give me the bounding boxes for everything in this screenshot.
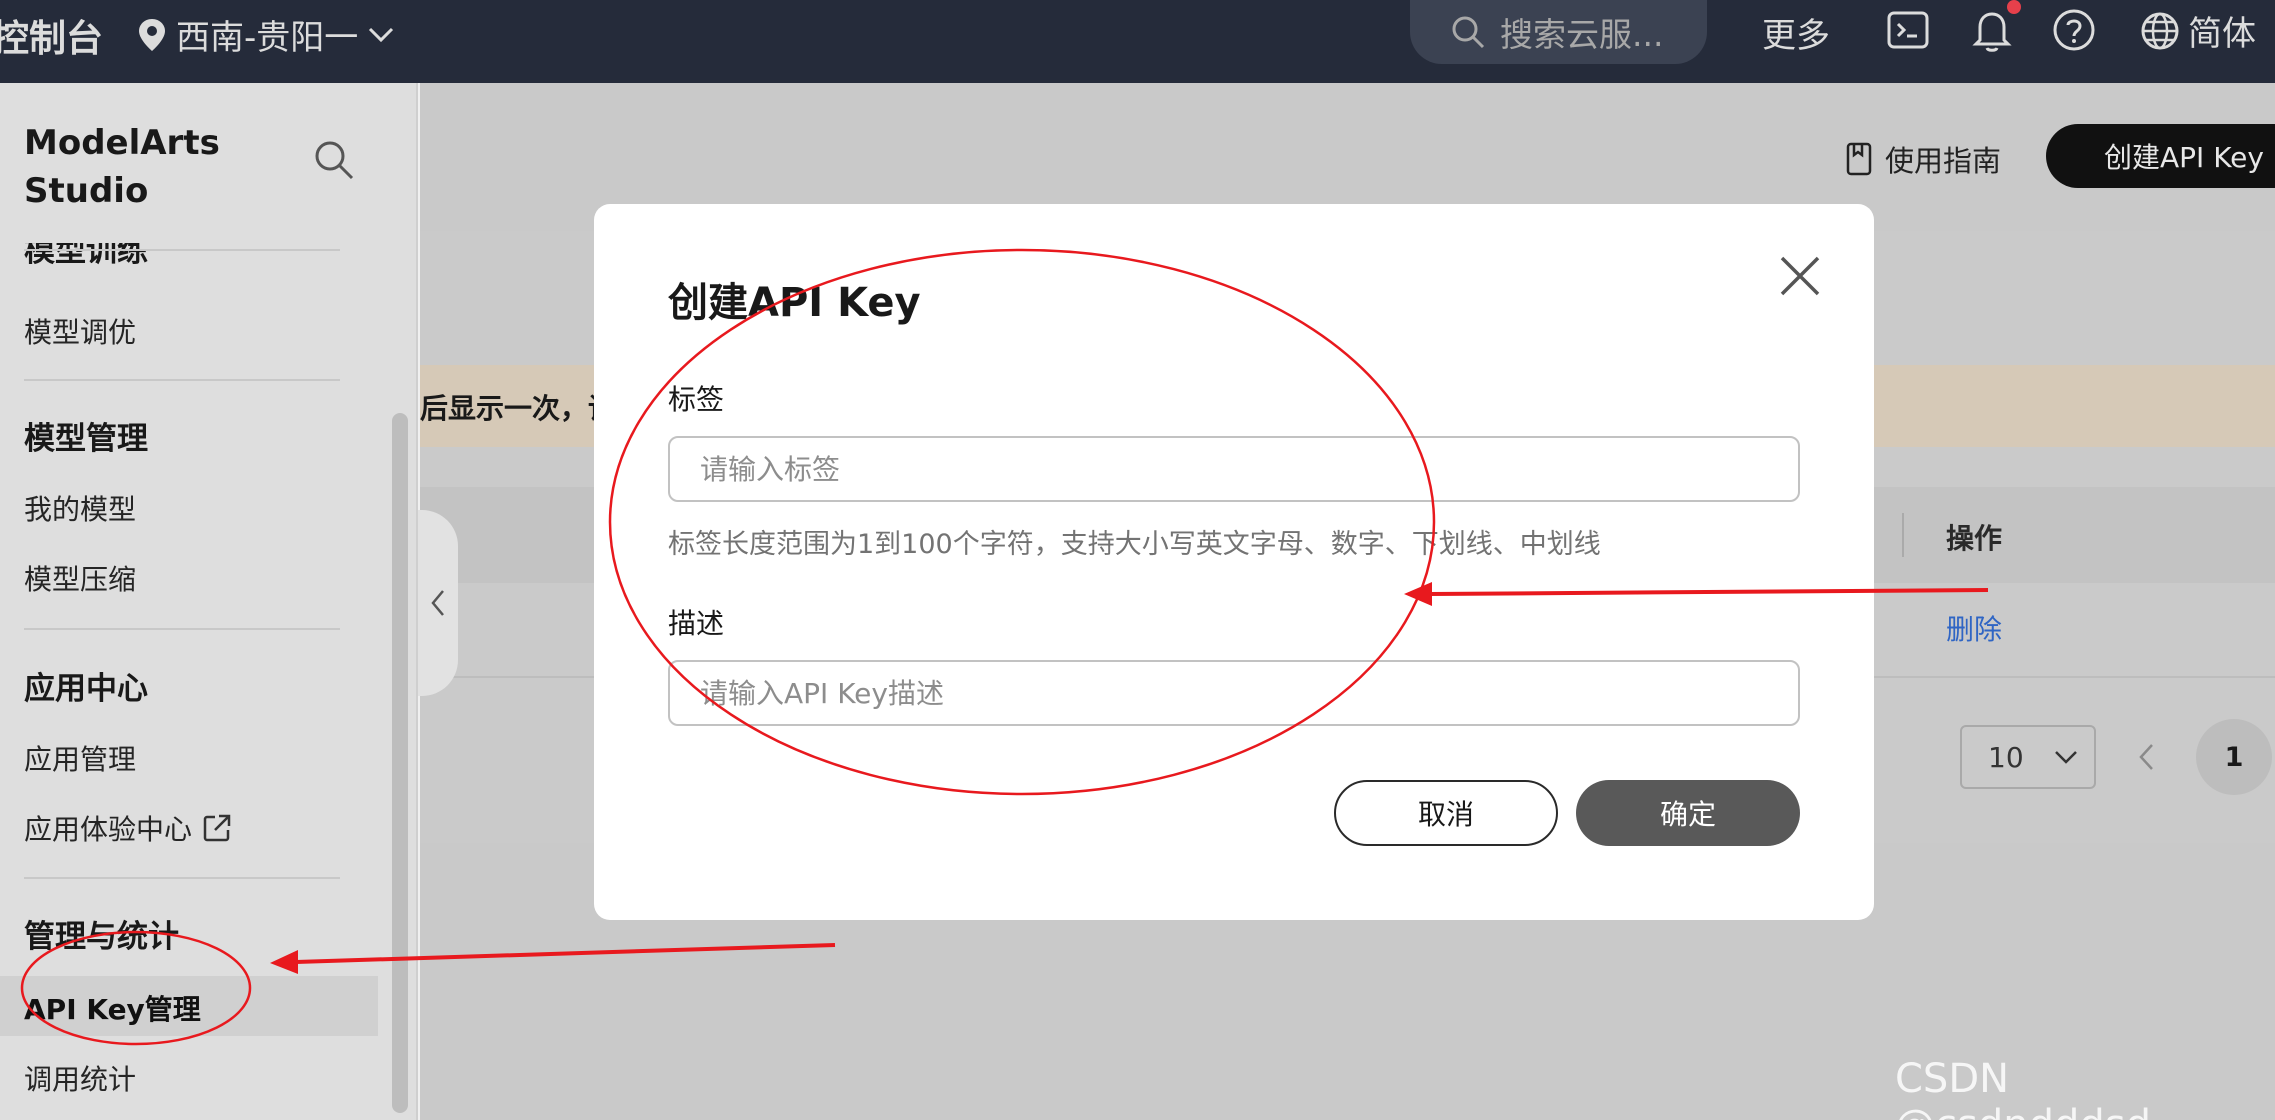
watermark: CSDN @csdndddsd <box>1895 1056 2151 1120</box>
op-column-header: 操作 <box>1946 522 2003 555</box>
page-size-select[interactable]: 10 <box>1960 725 2096 789</box>
sidebar-item-label: 调用统计 <box>24 1063 137 1096</box>
sidebar-group-model-manage: 模型管理 <box>24 421 148 457</box>
sidebar-item-model-compress[interactable]: 模型压缩 <box>24 558 136 598</box>
sidebar-item-label: 模型调优 <box>24 316 137 349</box>
sidebar-partial-group-clip: 模型训练 <box>24 243 354 265</box>
divider <box>24 628 340 630</box>
book-icon <box>1846 142 1872 176</box>
prev-page-button[interactable] <box>2126 743 2166 771</box>
delete-link[interactable]: 删除 <box>1946 608 2002 648</box>
search-icon <box>1452 16 1485 49</box>
sidebar-group-manage-stats: 管理与统计 <box>24 919 179 955</box>
pagination: 10 1 <box>1960 719 2272 795</box>
more-menu[interactable]: 更多 <box>1762 8 1830 57</box>
sidebar-search-icon[interactable] <box>313 139 355 185</box>
notice-text: 后显示一次，请 <box>420 392 617 425</box>
column-divider <box>1902 513 1904 557</box>
chevron-left-icon <box>431 590 444 616</box>
sidebar-item-label: 应用管理 <box>24 743 137 776</box>
chevron-down-icon <box>2055 751 2077 764</box>
notification-dot <box>2007 0 2021 14</box>
cancel-button[interactable]: 取消 <box>1334 780 1558 846</box>
tag-hint: 标签长度范围为1到100个字符，支持大小写英文字母、数字、下划线、中划线 <box>668 529 1601 560</box>
sidebar-item-api-key-manage[interactable]: API Key管理 <box>24 988 201 1028</box>
create-api-key-dialog: 创建API Key 标签 标签长度范围为1到100个字符，支持大小写英文字母、数… <box>594 204 1874 920</box>
divider <box>24 379 340 381</box>
help-icon[interactable] <box>2050 6 2098 54</box>
tag-input[interactable] <box>668 436 1800 502</box>
region-label: 西南-贵阳一 <box>176 18 359 58</box>
bell-icon[interactable] <box>1968 6 2016 54</box>
sidebar-item-app-manage[interactable]: 应用管理 <box>24 738 136 778</box>
sidebar-item-my-models[interactable]: 我的模型 <box>24 488 136 528</box>
sidebar-group-model-training: 模型训练 <box>24 243 148 265</box>
region-selector[interactable]: 西南-贵阳一 <box>138 10 394 59</box>
confirm-button[interactable]: 确定 <box>1576 780 1800 846</box>
language-label: 简体 <box>2188 14 2256 54</box>
language-selector[interactable]: 简体 <box>2140 6 2256 55</box>
cloud-shell-icon[interactable] <box>1884 6 1932 54</box>
external-link-icon <box>203 814 231 842</box>
sidebar-collapse-handle[interactable] <box>418 510 458 696</box>
divider <box>24 249 340 251</box>
description-label: 描述 <box>668 607 725 640</box>
chevron-down-icon <box>369 27 394 42</box>
close-icon[interactable] <box>1778 254 1822 298</box>
divider <box>24 877 340 879</box>
sidebar: ModelArts Studio 模型训练 模型调优 模型管理 我的模型 模型压… <box>0 83 418 1120</box>
sidebar-item-label: API Key管理 <box>24 993 201 1026</box>
description-input[interactable] <box>668 660 1800 726</box>
sidebar-item-call-stats[interactable]: 调用统计 <box>24 1058 136 1098</box>
sidebar-item-label: 模型压缩 <box>24 563 137 596</box>
dialog-title: 创建API Key <box>668 280 921 326</box>
guide-label: 使用指南 <box>1885 144 2002 178</box>
tag-label: 标签 <box>668 383 725 416</box>
global-search[interactable]: 搜索云服... <box>1410 0 1707 64</box>
sidebar-item-app-experience[interactable]: 应用体验中心 <box>24 808 232 848</box>
sidebar-scrollbar[interactable] <box>392 413 408 1113</box>
top-bar: 控制台 西南-贵阳一 搜索云服... 更多 简体 <box>0 0 2275 83</box>
sidebar-item-label: 我的模型 <box>24 493 137 526</box>
console-brand[interactable]: 控制台 <box>0 8 103 62</box>
sidebar-item-model-tuning[interactable]: 模型调优 <box>24 311 136 351</box>
page-size-value: 10 <box>1988 740 2024 774</box>
globe-icon <box>2141 12 2179 49</box>
sidebar-group-app-center: 应用中心 <box>24 671 148 707</box>
sidebar-item-label: 应用体验中心 <box>24 813 193 846</box>
create-api-key-button[interactable]: 创建API Key <box>2046 124 2275 188</box>
search-placeholder: 搜索云服... <box>1500 15 1664 54</box>
guide-link[interactable]: 使用指南 <box>1845 138 2001 180</box>
location-pin-icon <box>139 18 165 51</box>
sidebar-title: ModelArts Studio <box>24 123 220 211</box>
chevron-left-icon <box>2139 744 2153 770</box>
page-number-current[interactable]: 1 <box>2196 719 2272 795</box>
